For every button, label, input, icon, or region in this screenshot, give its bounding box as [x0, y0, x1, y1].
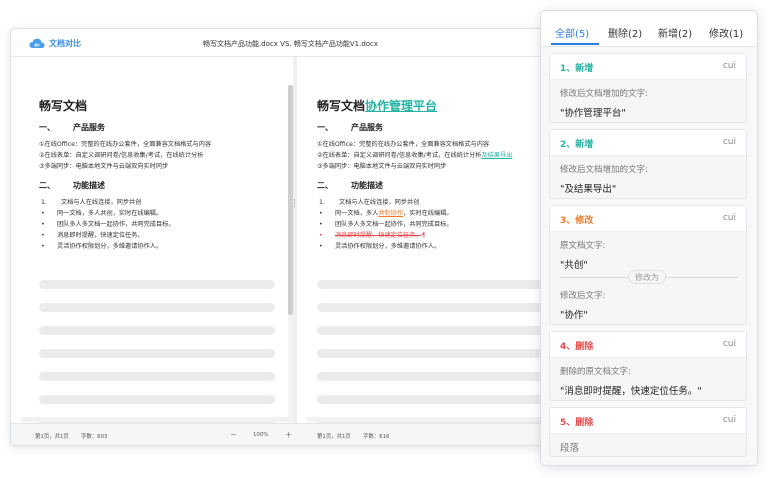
change-card-insert[interactable]: 2、新增 cui 修改后文档增加的文字: "及结果导出" — [549, 129, 747, 199]
changes-panel: 全部(5) 删除(2) 新增(2) 修改(1) 1、新增 cui 修改后文档增加… — [540, 10, 758, 466]
change-card-modify[interactable]: 3、修改 cui 原文档文字: "共创" 修改为 修改后文字: "协作" — [549, 205, 747, 325]
horizontal-scrollbar[interactable] — [21, 417, 291, 422]
list-item: • 灵活协作权限划分，多维邀请协作人。 — [41, 243, 163, 250]
section-heading-2: 二、 功能描述 — [39, 181, 105, 190]
placeholder-line — [39, 326, 275, 335]
modified-text: 共制协作 — [378, 210, 404, 217]
change-title: 4、删除 — [560, 342, 594, 352]
horizontal-scrollbar[interactable] — [307, 417, 567, 422]
new-text-label: 修改后文字: — [560, 291, 606, 301]
original-document: 畅写文档 一、 产品服务 ①在线Office：完整的在线办公套件，全面兼容文档格式… — [39, 97, 211, 252]
placeholder-line — [39, 303, 275, 312]
word-count: 字数：603 — [81, 434, 108, 440]
placeholder-line — [317, 280, 553, 289]
list-item: 1. 文档与人在线连接，同步共创 — [319, 199, 420, 206]
change-label: 段落 — [560, 443, 580, 454]
page-count: 第1页，共1页 — [317, 434, 351, 440]
change-author: cui — [722, 213, 736, 223]
section-heading-2: 二、 功能描述 — [317, 181, 383, 190]
change-author: cui — [722, 415, 736, 425]
change-title: 3、修改 — [560, 216, 594, 226]
placeholder-line — [317, 372, 553, 381]
revised-document-pane[interactable]: 畅写文档协作管理平台 一、 产品服务 ①在线Office：完整的在线办公套件，全面… — [297, 57, 569, 423]
change-author: cui — [722, 61, 736, 71]
deleted-text: 消息即时提醒，快速定位任务。 — [335, 232, 422, 239]
inserted-text: 及结果导出 — [481, 152, 513, 159]
active-tab-indicator — [551, 43, 599, 45]
original-text-label: 原文档文字: — [560, 241, 606, 251]
change-title: 1、新增 — [560, 64, 594, 74]
original-text: "共创" — [560, 260, 588, 271]
section-heading-1: 一、 产品服务 — [317, 123, 383, 132]
list-item: 1. 文档与人在线连接，同步共创 — [41, 199, 142, 206]
change-title: 2、新增 — [560, 140, 594, 150]
change-author: cui — [722, 137, 736, 147]
deleted-list-item: • 消息即时提醒，快速定位任务。¶ — [319, 232, 426, 239]
placeholder-line — [317, 395, 553, 404]
placeholder-line — [317, 326, 553, 335]
placeholder-line — [39, 280, 275, 289]
inserted-text: 协作管理平台 — [365, 99, 438, 113]
paragraph-line: ③多端同步：电脑本地文件与云端双向实时同步 — [317, 163, 447, 170]
list-item: • 团队多人多文档一起协作，共同完成目标。 — [41, 221, 175, 228]
title-bar: 文档对比 畅写文档产品功能.docx VS. 畅写文档产品功能V1.docx — [11, 29, 569, 57]
tab-all[interactable]: 全部(5) — [555, 25, 589, 40]
paragraph-line: ①在线Office：完整的在线办公套件，全面兼容文档格式与内容 — [39, 141, 212, 148]
page-count: 第1页，共1页 — [35, 434, 69, 440]
section-heading-1: 一、 产品服务 — [39, 123, 105, 132]
list-item: • 同一文档，多人共制协作，实时在线编辑。 — [319, 210, 453, 217]
tab-deleted[interactable]: 删除(2) — [608, 25, 642, 40]
placeholder-line — [39, 372, 275, 381]
list-item: • 同一文档，多人共创，实时在线编辑。 — [41, 210, 163, 217]
change-text: "消息即时提醒，快速定位任务。" — [560, 386, 702, 397]
paragraph-line: ①在线Office：完整的在线办公套件，全面兼容文档格式与内容 — [317, 141, 490, 148]
placeholder-line — [317, 303, 553, 312]
change-text: "协作管理平台" — [560, 108, 626, 119]
zoom-level: 100% — [253, 432, 269, 438]
stage: 文档对比 畅写文档产品功能.docx VS. 畅写文档产品功能V1.docx 畅… — [0, 0, 768, 478]
paragraph-line: ②在线表单：自定义调研问卷/信息收集/考试，在线统计分析及结果导出 — [317, 152, 513, 159]
change-title: 5、删除 — [560, 418, 594, 428]
paragraph-line: ②在线表单：自定义调研问卷/信息收集/考试，在线统计分析 — [39, 152, 204, 159]
change-text: "及结果导出" — [560, 184, 617, 195]
change-label: 修改后文档增加的文字: — [560, 165, 648, 175]
zoom-out-button[interactable]: － — [230, 430, 237, 440]
status-bar: 第1页，共1页 字数：603 － 100% ＋ 第1页，共1页 字数：616 — [11, 423, 569, 445]
placeholder-line — [39, 349, 275, 358]
change-card-delete[interactable]: 4、删除 cui 删除的原文档文字: "消息即时提醒，快速定位任务。" — [549, 331, 747, 401]
paragraph-line: ③多端同步：电脑本地文件与云端双向实时同步 — [39, 163, 169, 170]
list-item: • 消息即时提醒，快速定位任务。 — [41, 232, 144, 239]
tab-added[interactable]: 新增(2) — [658, 25, 692, 40]
splitter-grip-icon — [294, 199, 296, 207]
list-item: • 团队多人多文档一起协作，共同完成目标。 — [319, 221, 453, 228]
change-card-delete[interactable]: 5、删除 cui 段落 — [549, 407, 747, 457]
new-text: "协作" — [560, 310, 588, 321]
change-card-insert[interactable]: 1、新增 cui 修改后文档增加的文字: "协作管理平台" — [549, 53, 747, 123]
change-author: cui — [722, 339, 736, 349]
compare-window: 文档对比 畅写文档产品功能.docx VS. 畅写文档产品功能V1.docx 畅… — [10, 28, 570, 446]
doc-title: 畅写文档协作管理平台 — [317, 99, 438, 113]
placeholder-line — [317, 349, 553, 358]
list-item: • 灵活协作权限划分，多维邀请协作人。 — [319, 243, 441, 250]
tab-modified[interactable]: 修改(1) — [709, 25, 743, 40]
revised-document: 畅写文档协作管理平台 一、 产品服务 ①在线Office：完整的在线办公套件，全面… — [317, 97, 512, 252]
cloud-logo-icon — [29, 38, 45, 48]
logo-text: 文档对比 — [49, 39, 81, 48]
zoom-in-button[interactable]: ＋ — [285, 430, 292, 440]
change-label: 修改后文档增加的文字: — [560, 89, 648, 99]
original-document-pane[interactable]: 畅写文档 一、 产品服务 ①在线Office：完整的在线办公套件，全面兼容文档格式… — [11, 57, 293, 423]
window-title: 畅写文档产品功能.docx VS. 畅写文档产品功能V1.docx — [203, 40, 379, 48]
app-logo: 文档对比 — [29, 38, 81, 49]
change-label: 删除的原文档文字: — [560, 367, 631, 377]
word-count: 字数：616 — [363, 434, 390, 440]
modified-to-separator: 修改为 — [628, 270, 666, 284]
filter-tabs: 全部(5) 删除(2) 新增(2) 修改(1) — [541, 11, 757, 47]
pilcrow-icon: ¶ — [421, 232, 426, 239]
doc-title: 畅写文档 — [39, 99, 88, 113]
placeholder-line — [39, 395, 275, 404]
